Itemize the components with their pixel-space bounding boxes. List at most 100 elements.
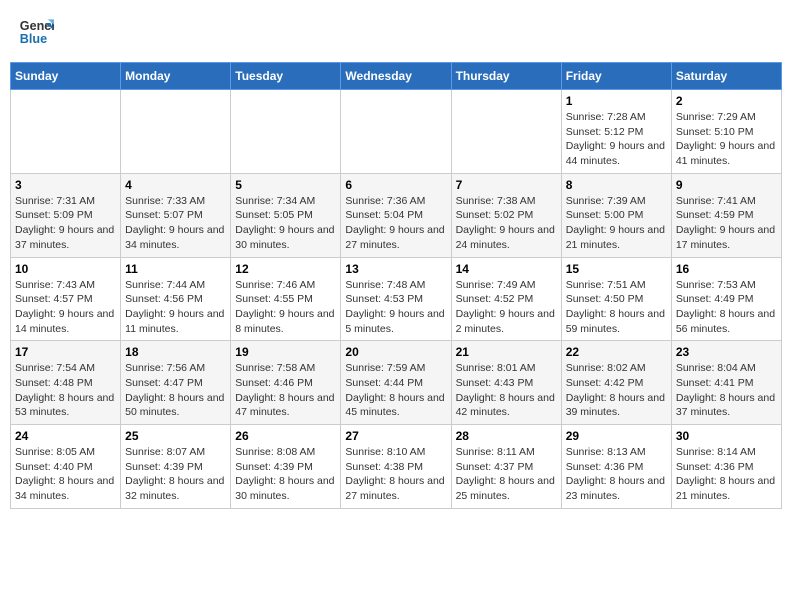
- day-number: 3: [15, 178, 116, 192]
- day-info: Sunrise: 7:56 AMSunset: 4:47 PMDaylight:…: [125, 361, 226, 420]
- day-number: 9: [676, 178, 777, 192]
- day-info: Sunrise: 7:34 AMSunset: 5:05 PMDaylight:…: [235, 194, 336, 253]
- calendar-cell: 23 Sunrise: 8:04 AMSunset: 4:41 PMDayligh…: [671, 341, 781, 425]
- day-info: Sunrise: 8:11 AMSunset: 4:37 PMDaylight:…: [456, 445, 557, 504]
- day-number: 5: [235, 178, 336, 192]
- calendar-cell: 13 Sunrise: 7:48 AMSunset: 4:53 PMDayligh…: [341, 257, 451, 341]
- day-number: 16: [676, 262, 777, 276]
- day-number: 10: [15, 262, 116, 276]
- day-info: Sunrise: 8:14 AMSunset: 4:36 PMDaylight:…: [676, 445, 777, 504]
- column-header-tuesday: Tuesday: [231, 63, 341, 90]
- calendar-cell: 28Sunrise: 8:11 AMSunset: 4:37 PMDayligh…: [451, 425, 561, 509]
- day-info: Sunrise: 8:13 AMSunset: 4:36 PMDaylight:…: [566, 445, 667, 504]
- calendar-cell: 3Sunrise: 7:31 AMSunset: 5:09 PMDaylight…: [11, 173, 121, 257]
- day-info: Sunrise: 7:36 AMSunset: 5:04 PMDaylight:…: [345, 194, 446, 253]
- day-number: 25: [125, 429, 226, 443]
- day-info: Sunrise: 7:54 AMSunset: 4:48 PMDaylight:…: [15, 361, 116, 420]
- calendar-cell: [121, 90, 231, 174]
- page-header: General Blue: [10, 10, 782, 54]
- column-header-monday: Monday: [121, 63, 231, 90]
- day-info: Sunrise: 7:46 AMSunset: 4:55 PMDaylight:…: [235, 278, 336, 337]
- calendar-cell: [341, 90, 451, 174]
- day-info: Sunrise: 8:08 AMSunset: 4:39 PMDaylight:…: [235, 445, 336, 504]
- calendar-cell: 30 Sunrise: 8:14 AMSunset: 4:36 PMDayligh…: [671, 425, 781, 509]
- day-info: Sunrise: 8:02 AMSunset: 4:42 PMDaylight:…: [566, 361, 667, 420]
- calendar-cell: 6 Sunrise: 7:36 AMSunset: 5:04 PMDaylight…: [341, 173, 451, 257]
- calendar-week-4: 17 Sunrise: 7:54 AMSunset: 4:48 PMDayligh…: [11, 341, 782, 425]
- day-number: 27: [345, 429, 446, 443]
- calendar-table: SundayMondayTuesdayWednesdayThursdayFrid…: [10, 62, 782, 509]
- day-info: Sunrise: 7:59 AMSunset: 4:44 PMDaylight:…: [345, 361, 446, 420]
- calendar-cell: [451, 90, 561, 174]
- day-number: 18: [125, 345, 226, 359]
- day-number: 21: [456, 345, 557, 359]
- calendar-cell: 21 Sunrise: 8:01 AMSunset: 4:43 PMDayligh…: [451, 341, 561, 425]
- calendar-cell: 25 Sunrise: 8:07 AMSunset: 4:39 PMDayligh…: [121, 425, 231, 509]
- calendar-cell: 24 Sunrise: 8:05 AMSunset: 4:40 PMDayligh…: [11, 425, 121, 509]
- column-header-thursday: Thursday: [451, 63, 561, 90]
- day-number: 17: [15, 345, 116, 359]
- calendar-week-2: 3Sunrise: 7:31 AMSunset: 5:09 PMDaylight…: [11, 173, 782, 257]
- column-header-wednesday: Wednesday: [341, 63, 451, 90]
- calendar-cell: [11, 90, 121, 174]
- calendar-cell: 4 Sunrise: 7:33 AMSunset: 5:07 PMDaylight…: [121, 173, 231, 257]
- calendar-cell: 2 Sunrise: 7:29 AMSunset: 5:10 PMDaylight…: [671, 90, 781, 174]
- day-number: 2: [676, 94, 777, 108]
- calendar-cell: 1 Sunrise: 7:28 AMSunset: 5:12 PMDaylight…: [561, 90, 671, 174]
- calendar-cell: 29 Sunrise: 8:13 AMSunset: 4:36 PMDayligh…: [561, 425, 671, 509]
- calendar-cell: 8Sunrise: 7:39 AMSunset: 5:00 PMDaylight…: [561, 173, 671, 257]
- svg-text:Blue: Blue: [20, 32, 47, 46]
- calendar-cell: 26 Sunrise: 8:08 AMSunset: 4:39 PMDayligh…: [231, 425, 341, 509]
- day-info: Sunrise: 7:58 AMSunset: 4:46 PMDaylight:…: [235, 361, 336, 420]
- logo: General Blue: [18, 14, 54, 50]
- calendar-cell: 15Sunrise: 7:51 AMSunset: 4:50 PMDayligh…: [561, 257, 671, 341]
- day-number: 24: [15, 429, 116, 443]
- day-info: Sunrise: 8:05 AMSunset: 4:40 PMDaylight:…: [15, 445, 116, 504]
- day-info: Sunrise: 8:04 AMSunset: 4:41 PMDaylight:…: [676, 361, 777, 420]
- day-info: Sunrise: 8:01 AMSunset: 4:43 PMDaylight:…: [456, 361, 557, 420]
- day-number: 26: [235, 429, 336, 443]
- day-number: 22: [566, 345, 667, 359]
- column-header-friday: Friday: [561, 63, 671, 90]
- day-number: 30: [676, 429, 777, 443]
- day-number: 6: [345, 178, 446, 192]
- day-number: 15: [566, 262, 667, 276]
- calendar-cell: 12 Sunrise: 7:46 AMSunset: 4:55 PMDayligh…: [231, 257, 341, 341]
- day-info: Sunrise: 7:29 AMSunset: 5:10 PMDaylight:…: [676, 110, 777, 169]
- day-info: Sunrise: 8:07 AMSunset: 4:39 PMDaylight:…: [125, 445, 226, 504]
- day-info: Sunrise: 8:10 AMSunset: 4:38 PMDaylight:…: [345, 445, 446, 504]
- day-info: Sunrise: 7:41 AMSunset: 4:59 PMDaylight:…: [676, 194, 777, 253]
- calendar-cell: 14 Sunrise: 7:49 AMSunset: 4:52 PMDayligh…: [451, 257, 561, 341]
- calendar-cell: 27 Sunrise: 8:10 AMSunset: 4:38 PMDayligh…: [341, 425, 451, 509]
- calendar-cell: 19Sunrise: 7:58 AMSunset: 4:46 PMDayligh…: [231, 341, 341, 425]
- day-info: Sunrise: 7:28 AMSunset: 5:12 PMDaylight:…: [566, 110, 667, 169]
- day-number: 14: [456, 262, 557, 276]
- logo-icon: General Blue: [18, 14, 54, 50]
- day-number: 12: [235, 262, 336, 276]
- calendar-week-3: 10 Sunrise: 7:43 AMSunset: 4:57 PMDayligh…: [11, 257, 782, 341]
- calendar-cell: 22 Sunrise: 8:02 AMSunset: 4:42 PMDayligh…: [561, 341, 671, 425]
- day-number: 29: [566, 429, 667, 443]
- day-number: 7: [456, 178, 557, 192]
- day-info: Sunrise: 7:33 AMSunset: 5:07 PMDaylight:…: [125, 194, 226, 253]
- calendar-week-5: 24 Sunrise: 8:05 AMSunset: 4:40 PMDayligh…: [11, 425, 782, 509]
- calendar-cell: 7 Sunrise: 7:38 AMSunset: 5:02 PMDaylight…: [451, 173, 561, 257]
- day-info: Sunrise: 7:49 AMSunset: 4:52 PMDaylight:…: [456, 278, 557, 337]
- day-number: 23: [676, 345, 777, 359]
- calendar-cell: 18 Sunrise: 7:56 AMSunset: 4:47 PMDayligh…: [121, 341, 231, 425]
- calendar-cell: 5 Sunrise: 7:34 AMSunset: 5:05 PMDaylight…: [231, 173, 341, 257]
- day-info: Sunrise: 7:44 AMSunset: 4:56 PMDaylight:…: [125, 278, 226, 337]
- day-number: 13: [345, 262, 446, 276]
- day-info: Sunrise: 7:48 AMSunset: 4:53 PMDaylight:…: [345, 278, 446, 337]
- day-info: Sunrise: 7:38 AMSunset: 5:02 PMDaylight:…: [456, 194, 557, 253]
- day-number: 4: [125, 178, 226, 192]
- column-header-sunday: Sunday: [11, 63, 121, 90]
- calendar-cell: 11Sunrise: 7:44 AMSunset: 4:56 PMDayligh…: [121, 257, 231, 341]
- calendar-header-row: SundayMondayTuesdayWednesdayThursdayFrid…: [11, 63, 782, 90]
- day-number: 20: [345, 345, 446, 359]
- day-info: Sunrise: 7:43 AMSunset: 4:57 PMDaylight:…: [15, 278, 116, 337]
- calendar-cell: 17 Sunrise: 7:54 AMSunset: 4:48 PMDayligh…: [11, 341, 121, 425]
- day-number: 1: [566, 94, 667, 108]
- calendar-cell: [231, 90, 341, 174]
- calendar-cell: 10 Sunrise: 7:43 AMSunset: 4:57 PMDayligh…: [11, 257, 121, 341]
